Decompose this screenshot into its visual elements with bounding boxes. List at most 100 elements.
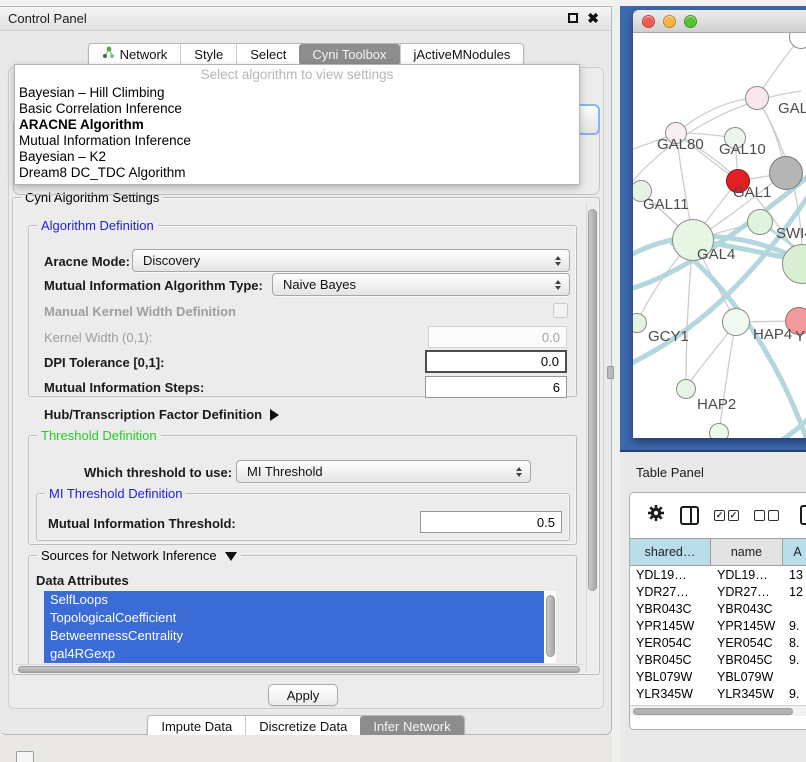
attribute-item-selected[interactable]: SelfLoops [44,591,544,609]
which-threshold-label: Which threshold to use: [84,465,232,480]
mi-type-label: Mutual Information Algorithm Type: [44,278,263,293]
column-header-name[interactable]: name [711,539,783,565]
dropdown-item-selected[interactable]: ARACNE Algorithm [15,117,579,133]
close-icon[interactable]: ✖ [587,11,599,25]
table-panel: Table Panel ✓✓ [620,452,806,762]
hub-definition-toggle[interactable]: Hub/Transcription Factor Definition [44,407,279,422]
tab-style[interactable]: Style [180,44,236,65]
node-label: GAL80 [657,136,704,153]
gear-icon[interactable] [647,504,665,527]
zoom-traffic-light-icon[interactable] [684,15,697,28]
split-columns-icon[interactable] [680,506,699,525]
dropdown-item[interactable]: Dream8 DC_TDC Algorithm [15,165,579,181]
network-view-desktop: GAL GAL80 GAL10 GAL1 GAL11 SWI4 GAL4 GCY… [620,6,806,452]
apply-button[interactable]: Apply [268,684,338,706]
sources-group-title[interactable]: Sources for Network Inference [37,548,241,563]
column-header-shared-name[interactable]: shared… [630,539,711,565]
attributes-list-scrollbar[interactable] [546,595,555,657]
combo-stepper-icon [516,467,522,477]
network-node[interactable] [709,423,729,438]
table-icon[interactable] [800,505,806,525]
network-window-titlebar[interactable] [633,10,806,33]
node-table: ✓✓ shared… name A YDL19…YDL19…13 YDR27…Y… [629,492,806,730]
divider-collapse-handle[interactable] [607,366,614,379]
attribute-item-selected[interactable]: TopologicalCoefficient [44,609,544,627]
column-header-partial[interactable]: A [783,539,806,565]
table-row[interactable]: YER054CYER054C8. [630,635,806,652]
dropdown-placeholder: Select algorithm to view settings [15,65,579,85]
table-row[interactable]: YBR045CYBR045C9. [630,652,806,669]
table-row[interactable]: YBL079WYBL079W [630,669,806,686]
table-header-row: shared… name A [630,538,806,566]
select-all-checkboxes-icon[interactable]: ✓✓ [714,510,739,521]
table-row[interactable]: YLR345WYLR345W9. [630,686,806,703]
attribute-item-selected[interactable]: BetweennessCentrality [44,627,544,645]
collapsed-arrow-icon [270,409,279,421]
tab-discretize-data[interactable]: Discretize Data [245,716,360,737]
table-row[interactable]: YPR145WYPR145W9. [630,618,806,635]
combo-stepper-icon [555,256,561,266]
tab-cyni-toolbox[interactable]: Cyni Toolbox [299,44,399,65]
tab-infer-network[interactable]: Infer Network [360,716,463,737]
which-threshold-combo[interactable]: MI Threshold [236,460,531,483]
network-node-hap4[interactable] [722,308,750,336]
expanded-arrow-icon [225,552,237,561]
scrollbar-thumb[interactable] [18,666,580,673]
network-icon [102,44,115,65]
mi-steps-field[interactable]: 6 [425,376,567,398]
data-attributes-label: Data Attributes [36,573,129,588]
control-panel-title: Control Panel [8,11,87,26]
dpi-tolerance-label: DPI Tolerance [0,1]: [44,355,164,370]
kernel-width-label: Kernel Width (0,1): [44,330,152,345]
algorithm-dropdown-popup: Select algorithm to view settings Bayesi… [14,64,580,185]
table-row[interactable]: YDR27…YDR27…12 [630,584,806,601]
scrollbar-thumb[interactable] [588,209,597,591]
dropdown-item[interactable]: Bayesian – K2 [15,149,579,165]
table-row[interactable]: YDL19…YDL19…13 [630,567,806,584]
dropdown-item[interactable]: Basic Correlation Inference [15,101,579,117]
tab-network-label: Network [120,44,168,65]
aracne-mode-combo[interactable]: Discovery [132,249,570,272]
float-window-icon[interactable] [568,13,578,23]
table-horizontal-scrollbar[interactable] [630,705,806,716]
close-traffic-light-icon[interactable] [642,15,655,28]
algorithm-definition-title: Algorithm Definition [37,218,158,233]
combo-stepper-icon [555,280,561,290]
top-tabbar: Network Style Select Cyni Toolbox jActiv… [0,43,612,66]
kernel-width-field[interactable]: 0.0 [428,326,567,348]
tab-network[interactable]: Network [89,44,181,65]
mi-threshold-field[interactable]: 0.5 [420,511,562,533]
table-body: YDL19…YDL19…13 YDR27…YDR27…12 YBR043CYBR… [630,567,806,705]
tab-impute-data[interactable]: Impute Data [148,716,245,737]
settings-vertical-scrollbar[interactable] [586,203,598,671]
attribute-item-selected[interactable]: gal4RGexp [44,645,544,663]
dpi-tolerance-field[interactable]: 0.0 [425,350,567,373]
node-label: GAL11 [643,196,689,213]
table-panel-title: Table Panel [636,465,704,480]
node-label: GAL4 [697,246,735,263]
scrollbar-thumb[interactable] [633,708,793,715]
deselect-all-checkboxes-icon[interactable] [754,510,779,521]
manual-kernel-checkbox[interactable] [553,303,568,318]
settings-horizontal-scrollbar[interactable] [16,664,584,674]
tab-jactivemnodules[interactable]: jActiveMNodules [400,44,524,65]
network-node-gray[interactable] [769,156,803,190]
node-label: GCY1 [648,328,689,345]
table-row[interactable]: YBR043CYBR043C [630,601,806,618]
table-toolbar: ✓✓ [630,493,806,538]
tab-select[interactable]: Select [236,44,299,65]
network-window[interactable]: GAL GAL80 GAL10 GAL1 GAL11 SWI4 GAL4 GCY… [633,10,806,438]
network-node[interactable] [745,86,769,110]
minimized-window-icon[interactable] [16,751,34,762]
network-canvas[interactable]: GAL GAL80 GAL10 GAL1 GAL11 SWI4 GAL4 GCY… [633,33,806,438]
network-node-swi4[interactable] [747,209,773,235]
dropdown-item[interactable]: Mutual Information Inference [15,133,579,149]
mi-type-combo[interactable]: Naive Bayes [272,273,570,296]
mi-threshold-label: Mutual Information Threshold: [48,516,236,531]
mi-threshold-group-title: MI Threshold Definition [45,486,186,501]
data-attributes-list: SelfLoops TopologicalCoefficient Between… [44,591,556,663]
minimize-traffic-light-icon[interactable] [663,15,676,28]
network-node-hap2[interactable] [676,379,696,399]
node-label: HAP4 [753,326,792,343]
dropdown-item[interactable]: Bayesian – Hill Climbing [15,85,579,101]
